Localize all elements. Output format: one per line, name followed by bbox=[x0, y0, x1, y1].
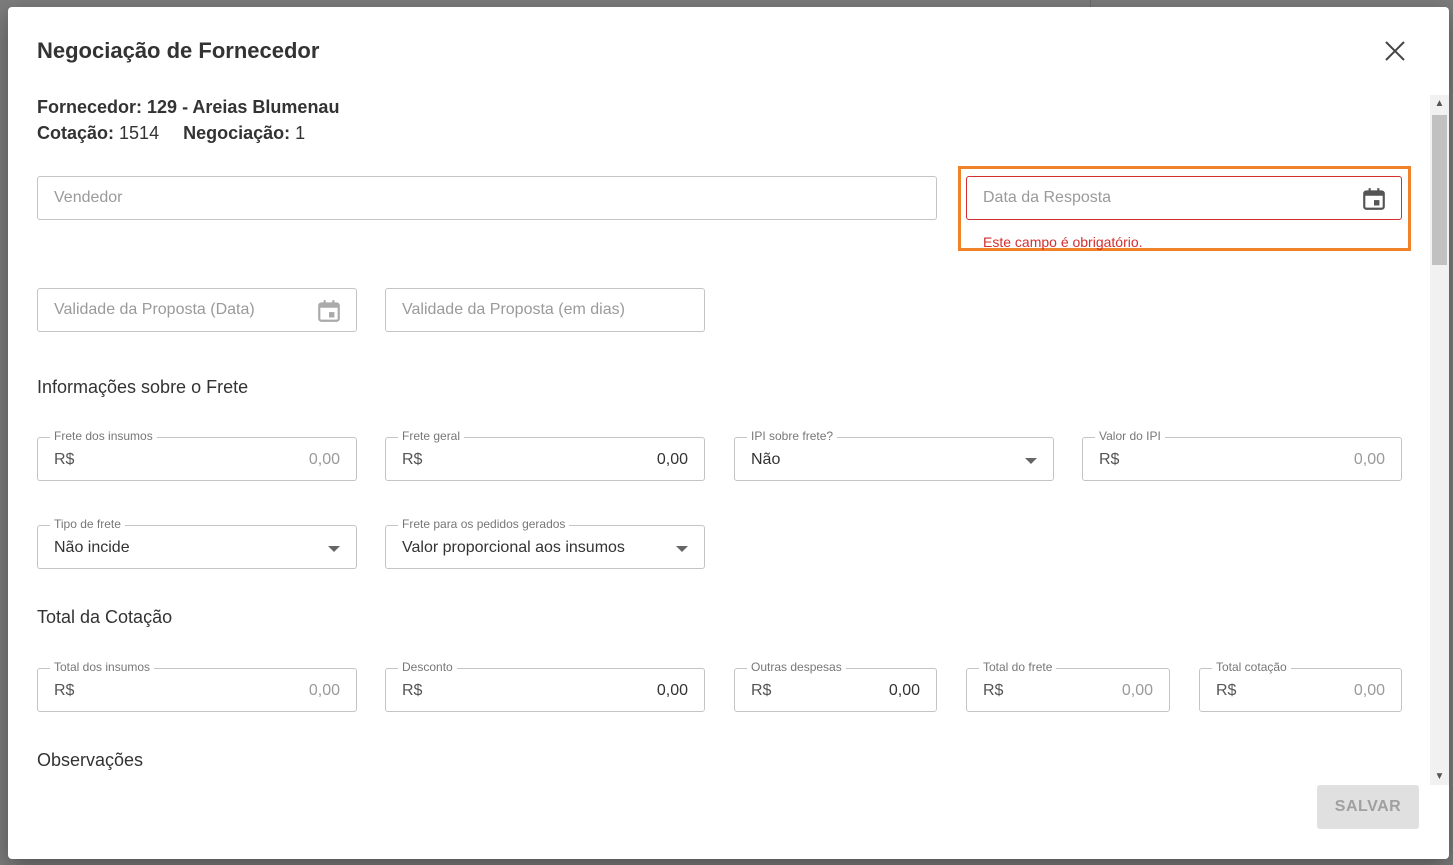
negociacao-value: 1 bbox=[295, 123, 306, 143]
currency-prefix: R$ bbox=[983, 682, 1004, 699]
modal-title: Negociação de Fornecedor bbox=[37, 38, 320, 63]
outras-despesas-value: 0,00 bbox=[888, 682, 920, 699]
close-button[interactable] bbox=[1380, 36, 1410, 66]
vendedor-field[interactable]: Vendedor bbox=[37, 176, 937, 220]
calendar-icon[interactable] bbox=[316, 298, 342, 324]
desconto-field[interactable]: Desconto R$ 0,00 bbox=[385, 660, 705, 712]
chevron-down-icon bbox=[676, 546, 688, 552]
close-icon bbox=[1385, 41, 1405, 61]
modal-content: Fornecedor: 129 - Areias Blumenau Cotaçã… bbox=[8, 95, 1430, 785]
data-resposta-field[interactable]: Data da Resposta bbox=[966, 176, 1402, 220]
validade-dias-placeholder: Validade da Proposta (em dias) bbox=[402, 301, 625, 318]
validade-data-placeholder: Validade da Proposta (Data) bbox=[54, 301, 255, 318]
valor-ipi-value: 0,00 bbox=[1353, 451, 1385, 468]
total-frete-value: 0,00 bbox=[1121, 682, 1153, 699]
fornecedor-value: 129 - Areias Blumenau bbox=[147, 97, 340, 117]
cotacao-label: Cotação: bbox=[37, 123, 115, 143]
currency-prefix: R$ bbox=[402, 682, 423, 699]
frete-pedidos-label: Frete para os pedidos gerados bbox=[398, 517, 570, 531]
frete-geral-field[interactable]: Frete geral R$ 0,00 bbox=[385, 429, 705, 481]
currency-prefix: R$ bbox=[54, 451, 75, 468]
frete-insumos-label: Frete dos insumos bbox=[50, 429, 157, 443]
data-resposta-error: Este campo é obrigatório. bbox=[983, 234, 1143, 250]
cotacao-info: Cotação: 1514 Negociação: 1 bbox=[37, 123, 305, 144]
calendar-icon[interactable] bbox=[1361, 186, 1387, 212]
total-frete-field[interactable]: Total do frete R$ 0,00 bbox=[966, 660, 1170, 712]
negotiation-modal: Negociação de Fornecedor Fornecedor: 129… bbox=[8, 7, 1449, 859]
validade-data-field[interactable]: Validade da Proposta (Data) bbox=[37, 288, 357, 332]
ipi-sobre-frete-select[interactable]: IPI sobre frete? Não bbox=[734, 429, 1054, 481]
currency-prefix: R$ bbox=[1216, 682, 1237, 699]
total-cotacao-label: Total cotação bbox=[1212, 660, 1291, 674]
chevron-down-icon bbox=[328, 546, 340, 552]
scroll-down-icon[interactable]: ▼ bbox=[1430, 768, 1449, 785]
save-button[interactable]: SALVAR bbox=[1317, 785, 1419, 829]
validade-dias-field[interactable]: Validade da Proposta (em dias) bbox=[385, 288, 705, 332]
total-insumos-field[interactable]: Total dos insumos R$ 0,00 bbox=[37, 660, 357, 712]
scroll-up-icon[interactable]: ▲ bbox=[1430, 95, 1449, 112]
cotacao-value: 1514 bbox=[119, 123, 160, 143]
scroll-thumb[interactable] bbox=[1432, 115, 1447, 265]
tipo-frete-value: Não incide bbox=[54, 539, 130, 556]
frete-section-title: Informações sobre o Frete bbox=[37, 377, 249, 397]
desconto-label: Desconto bbox=[398, 660, 457, 674]
total-frete-label: Total do frete bbox=[979, 660, 1057, 674]
tipo-frete-select[interactable]: Tipo de frete Não incide bbox=[37, 517, 357, 569]
outras-despesas-field[interactable]: Outras despesas R$ 0,00 bbox=[734, 660, 937, 712]
tipo-frete-label: Tipo de frete bbox=[50, 517, 125, 531]
frete-pedidos-value: Valor proporcional aos insumos bbox=[402, 539, 625, 556]
chevron-down-icon bbox=[1025, 458, 1037, 464]
currency-prefix: R$ bbox=[54, 682, 75, 699]
fornecedor-info: Fornecedor: 129 - Areias Blumenau bbox=[37, 97, 339, 118]
total-cotacao-field[interactable]: Total cotação R$ 0,00 bbox=[1199, 660, 1402, 712]
valor-ipi-label: Valor do IPI bbox=[1095, 429, 1165, 443]
total-insumos-label: Total dos insumos bbox=[50, 660, 155, 674]
frete-geral-label: Frete geral bbox=[398, 429, 465, 443]
data-resposta-placeholder: Data da Resposta bbox=[983, 189, 1112, 206]
vendedor-placeholder: Vendedor bbox=[54, 189, 123, 206]
frete-pedidos-select[interactable]: Frete para os pedidos gerados Valor prop… bbox=[385, 517, 705, 569]
desconto-value: 0,00 bbox=[656, 682, 688, 699]
total-insumos-value: 0,00 bbox=[308, 682, 340, 699]
valor-ipi-field[interactable]: Valor do IPI R$ 0,00 bbox=[1082, 429, 1402, 481]
ipi-sobre-frete-value: Não bbox=[751, 451, 781, 468]
currency-prefix: R$ bbox=[402, 451, 423, 468]
frete-geral-value: 0,00 bbox=[656, 451, 688, 468]
observacoes-title: Observações bbox=[37, 750, 144, 770]
negociacao-label: Negociação: bbox=[183, 123, 291, 143]
frete-insumos-field[interactable]: Frete dos insumos R$ 0,00 bbox=[37, 429, 357, 481]
currency-prefix: R$ bbox=[751, 682, 772, 699]
fornecedor-label: Fornecedor: bbox=[37, 97, 143, 117]
total-cotacao-value: 0,00 bbox=[1353, 682, 1385, 699]
scrollbar[interactable]: ▲ ▼ bbox=[1430, 95, 1449, 785]
outras-despesas-label: Outras despesas bbox=[747, 660, 846, 674]
ipi-sobre-frete-label: IPI sobre frete? bbox=[747, 429, 838, 443]
total-section-title: Total da Cotação bbox=[37, 607, 173, 627]
frete-insumos-value: 0,00 bbox=[308, 451, 340, 468]
currency-prefix: R$ bbox=[1099, 451, 1120, 468]
